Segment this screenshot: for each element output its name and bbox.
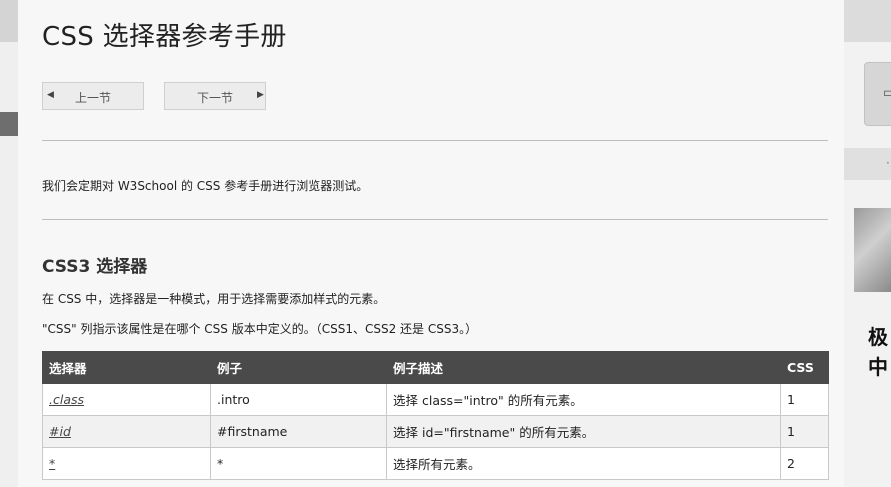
example-cell: .intro [210,383,387,416]
sidebar-header-band [844,0,891,42]
intro-text: 我们会定期对 W3School 的 CSS 参考手册进行浏览器测试。 [42,179,369,193]
sidebar-widget-button[interactable]: ▭ [864,62,891,126]
selector-cell: #id [42,415,211,448]
left-nav-rail [0,0,18,487]
example-cell: * [210,447,387,480]
selector-cell: * [42,447,211,480]
prev-section-label: 上一节 [75,91,112,105]
css-version-cell: 1 [780,383,829,416]
selector-link[interactable]: .class [49,392,84,407]
css-version-cell: 1 [780,415,829,448]
triangle-left-icon: ◀ [47,90,54,100]
description-cell: 选择 class="intro" 的所有元素。 [386,383,781,416]
selector-link[interactable]: #id [49,424,71,439]
next-section-button[interactable]: 下一节 ▶ [164,82,266,110]
sidebar-section-band: · [844,148,891,180]
table-row: * * 选择所有元素。 2 [42,447,829,480]
description-paragraph: "CSS" 列指示该属性是在哪个 CSS 版本中定义的。（CSS1、CSS2 还… [42,322,478,336]
description-cell: 选择 id="firstname" 的所有元素。 [386,415,781,448]
device-icon: ▭ [883,85,891,101]
column-header-example: 例子 [210,351,387,384]
column-header-description: 例子描述 [386,351,781,384]
divider [42,219,828,220]
table-header-row: 选择器 例子 例子描述 CSS [42,351,829,384]
triangle-right-icon: ▶ [257,90,264,100]
ad-image[interactable] [854,208,891,292]
column-header-selector: 选择器 [42,351,211,384]
main-content: CSS 选择器参考手册 ◀ 上一节 下一节 ▶ 我们会定期对 W3School … [18,0,844,487]
selector-link[interactable]: * [49,456,55,471]
left-rail-active-item[interactable] [0,112,18,136]
table-row: #id #firstname 选择 id="firstname" 的所有元素。 … [42,415,829,448]
css-version-cell: 2 [780,447,829,480]
example-cell: #firstname [210,415,387,448]
sidebar-band-marker: · [886,156,890,170]
column-header-css: CSS [780,351,829,384]
table-row: .class .intro 选择 class="intro" 的所有元素。 1 [42,383,829,416]
selector-table: 选择器 例子 例子描述 CSS .class .intro 选择 class="… [42,351,829,480]
description-cell: 选择所有元素。 [386,447,781,480]
ad-title[interactable]: 极中 [868,322,891,382]
section-heading: CSS3 选择器 [42,257,148,277]
prev-section-button[interactable]: ◀ 上一节 [42,82,144,110]
left-rail-header-band [0,0,18,42]
selector-cell: .class [42,383,211,416]
description-paragraph: 在 CSS 中，选择器是一种模式，用于选择需要添加样式的元素。 [42,292,386,306]
page-title: CSS 选择器参考手册 [42,22,287,52]
right-sidebar: ▭ · 极中 [844,0,891,487]
next-section-label: 下一节 [197,91,234,105]
divider [42,140,828,141]
